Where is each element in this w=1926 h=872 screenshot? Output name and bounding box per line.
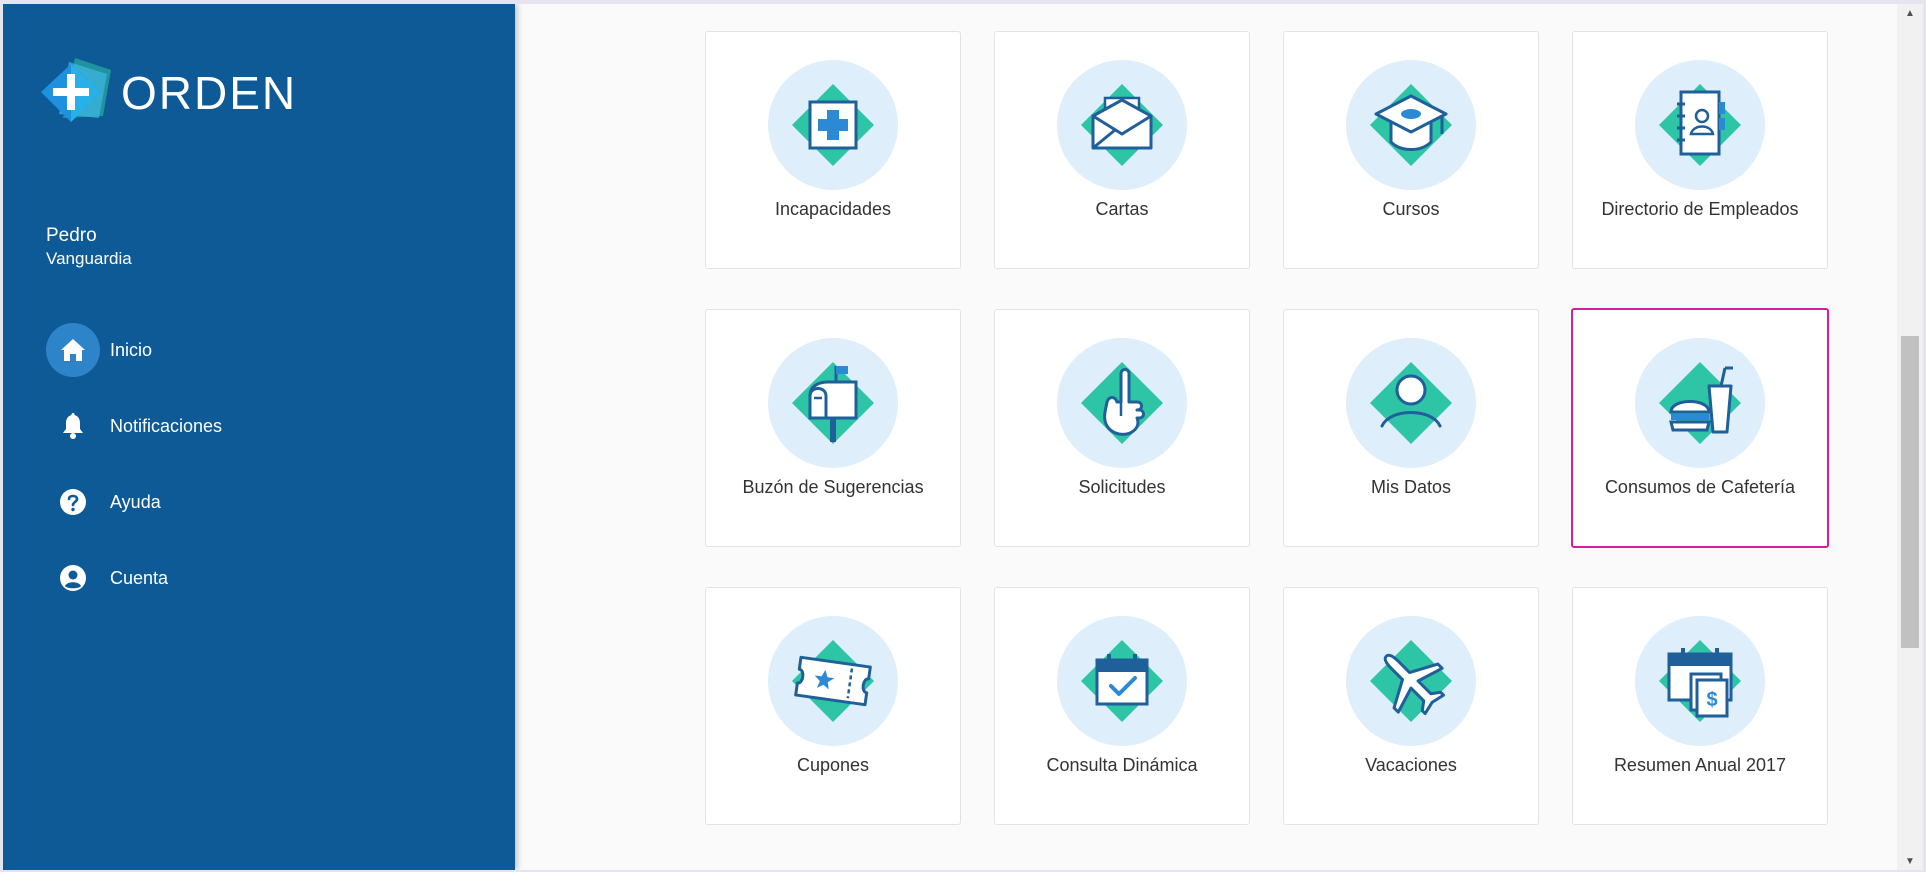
- calendar-check-icon: [1057, 616, 1187, 746]
- sidebar-nav: Inicio Notificaciones Ayuda Cuenta: [46, 322, 222, 626]
- scroll-up-arrow-icon[interactable]: ▲: [1897, 4, 1923, 22]
- tile-label: Incapacidades: [774, 199, 892, 219]
- nav-label: Inicio: [110, 339, 153, 360]
- tile-directorio-empleados[interactable]: Directorio de Empleados: [1572, 31, 1828, 269]
- tile-vacaciones[interactable]: Vacaciones: [1283, 587, 1539, 825]
- brand-name: ORDEN: [121, 67, 298, 119]
- graduation-cap-icon: [1346, 60, 1476, 190]
- nav-label: Notificaciones: [110, 415, 223, 436]
- tile-label: Resumen Anual 2017: [1613, 755, 1787, 775]
- tile-mis-datos[interactable]: Mis Datos: [1283, 309, 1539, 547]
- user-last-name: Vanguardia: [46, 249, 132, 268]
- tile-consulta-dinamica[interactable]: Consulta Dinámica: [994, 587, 1250, 825]
- nav-item-inicio[interactable]: Inicio: [46, 322, 222, 378]
- tile-cartas[interactable]: Cartas: [994, 31, 1250, 269]
- account-icon: [46, 551, 100, 605]
- tile-label: Cupones: [796, 755, 870, 775]
- tile-label: Directorio de Empleados: [1601, 199, 1799, 219]
- annual-summary-icon: $: [1635, 616, 1765, 746]
- scroll-thumb[interactable]: [1901, 336, 1919, 648]
- tile-label: Cartas: [1095, 199, 1149, 219]
- tile-incapacidades[interactable]: Incapacidades: [705, 31, 961, 269]
- tile-label: Consumos de Cafetería: [1604, 477, 1796, 497]
- svg-text:$: $: [1706, 689, 1717, 711]
- nav-item-ayuda[interactable]: Ayuda: [46, 474, 222, 530]
- home-icon: [46, 323, 100, 377]
- tile-label: Cursos: [1382, 199, 1440, 219]
- vertical-scrollbar[interactable]: ▲ ▼: [1897, 4, 1923, 870]
- medical-cross-icon: [768, 60, 898, 190]
- tile-label: Mis Datos: [1370, 477, 1451, 497]
- tile-solicitudes[interactable]: Solicitudes: [994, 309, 1250, 547]
- envelope-icon: [1057, 60, 1187, 190]
- scroll-down-arrow-icon[interactable]: ▼: [1897, 852, 1923, 870]
- tile-resumen-anual[interactable]: $ Resumen Anual 2017: [1572, 587, 1828, 825]
- raised-hand-icon: [1057, 338, 1187, 468]
- burger-drink-icon: [1635, 338, 1765, 468]
- address-book-icon: [1635, 60, 1765, 190]
- sidebar: ORDEN Pedro Vanguardia Inicio Notificaci…: [3, 4, 515, 870]
- tile-cupones[interactable]: Cupones: [705, 587, 961, 825]
- brand-logo[interactable]: ORDEN: [41, 56, 297, 130]
- help-icon: [46, 475, 100, 529]
- user-profile-icon: [1346, 338, 1476, 468]
- tile-cursos[interactable]: Cursos: [1283, 31, 1539, 269]
- airplane-icon: [1346, 616, 1476, 746]
- tile-label: Solicitudes: [1078, 477, 1166, 497]
- nav-label: Ayuda: [110, 491, 161, 512]
- mailbox-icon: [768, 338, 898, 468]
- tile-consumos-cafeteria[interactable]: Consumos de Cafetería: [1571, 308, 1829, 548]
- tile-label: Buzón de Sugerencias: [742, 477, 924, 497]
- ticket-icon: [768, 616, 898, 746]
- nav-label: Cuenta: [110, 567, 169, 588]
- main-content: Incapacidades Cartas Cursos Directorio d…: [515, 4, 1897, 870]
- tile-label: Consulta Dinámica: [1046, 755, 1198, 775]
- tile-label: Vacaciones: [1365, 755, 1457, 775]
- nav-item-cuenta[interactable]: Cuenta: [46, 550, 222, 606]
- orden-logo-icon: [41, 56, 123, 130]
- bell-icon: [46, 399, 100, 453]
- user-first-name: Pedro: [46, 225, 97, 246]
- nav-item-notificaciones[interactable]: Notificaciones: [46, 398, 222, 454]
- tile-buzon-sugerencias[interactable]: Buzón de Sugerencias: [705, 309, 961, 547]
- user-info: Pedro Vanguardia: [46, 224, 132, 270]
- app-window: ORDEN Pedro Vanguardia Inicio Notificaci…: [3, 4, 1923, 870]
